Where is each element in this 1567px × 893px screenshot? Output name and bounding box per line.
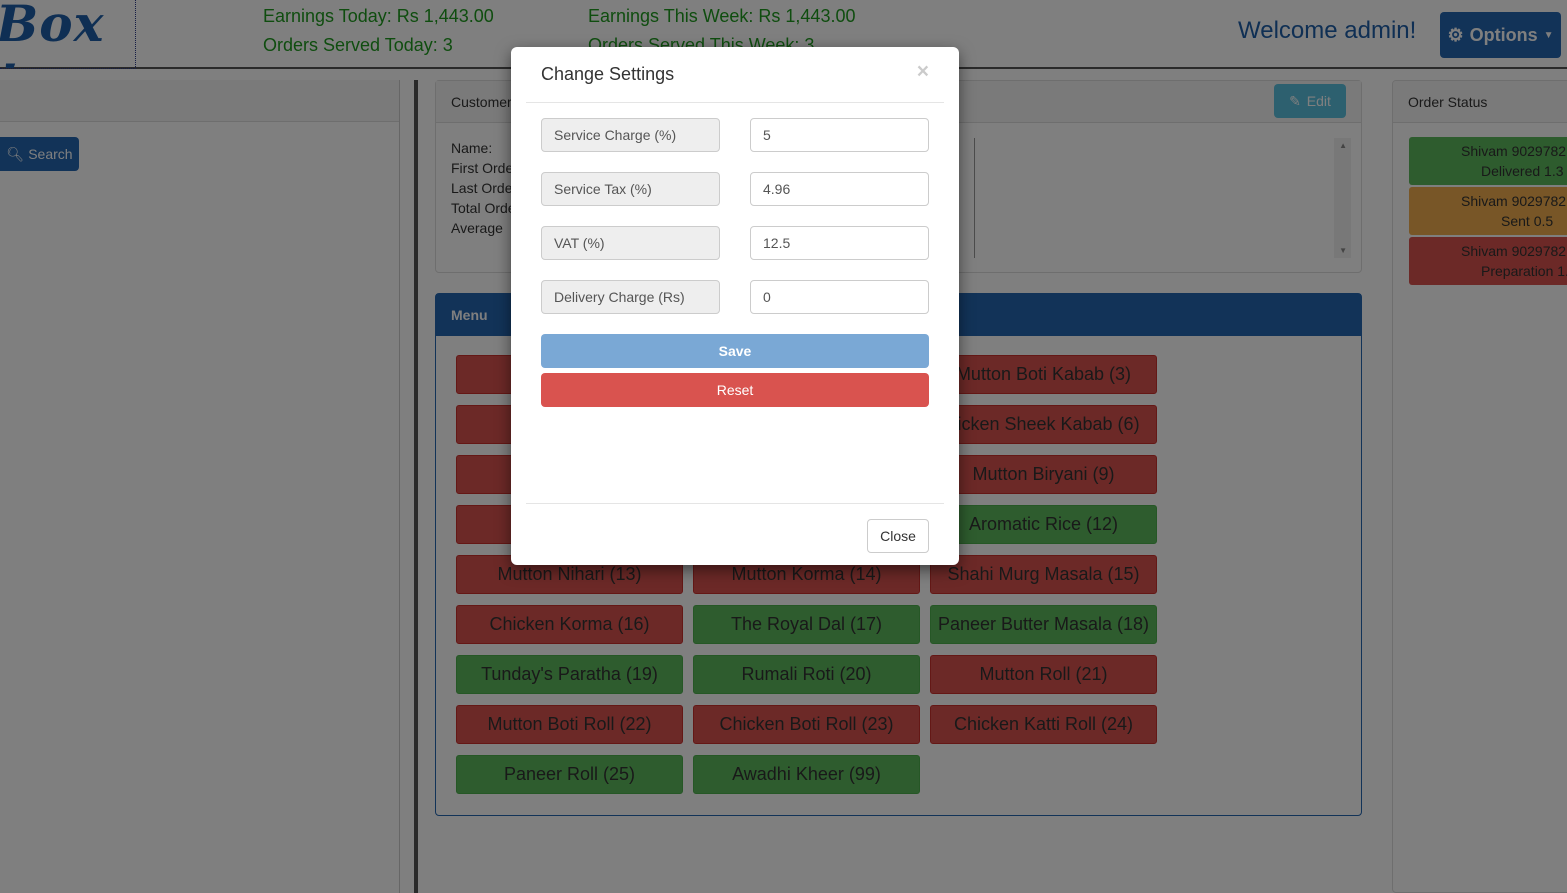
delivery-charge-label: Delivery Charge (Rs) bbox=[541, 280, 720, 314]
service-charge-input[interactable]: 5 bbox=[750, 118, 929, 152]
modal-title: Change Settings bbox=[541, 64, 675, 84]
modal-footer-divider bbox=[526, 503, 944, 504]
vat-input[interactable]: 12.5 bbox=[750, 226, 929, 260]
delivery-charge-input[interactable]: 0 bbox=[750, 280, 929, 314]
service-tax-input[interactable]: 4.96 bbox=[750, 172, 929, 206]
reset-button[interactable]: Reset bbox=[541, 373, 929, 407]
delivery-charge-row: Delivery Charge (Rs) 0 bbox=[541, 280, 929, 314]
service-tax-row: Service Tax (%) 4.96 bbox=[541, 172, 929, 206]
change-settings-modal: Change Settings × Service Charge (%) 5 S… bbox=[511, 47, 959, 565]
close-button[interactable]: Close bbox=[867, 519, 929, 553]
vat-row: VAT (%) 12.5 bbox=[541, 226, 929, 260]
service-charge-row: Service Charge (%) 5 bbox=[541, 118, 929, 152]
vat-label: VAT (%) bbox=[541, 226, 720, 260]
close-icon[interactable]: × bbox=[917, 60, 929, 84]
service-tax-label: Service Tax (%) bbox=[541, 172, 720, 206]
modal-header: Change Settings × bbox=[526, 47, 944, 103]
service-charge-label: Service Charge (%) bbox=[541, 118, 720, 152]
save-button[interactable]: Save bbox=[541, 334, 929, 368]
